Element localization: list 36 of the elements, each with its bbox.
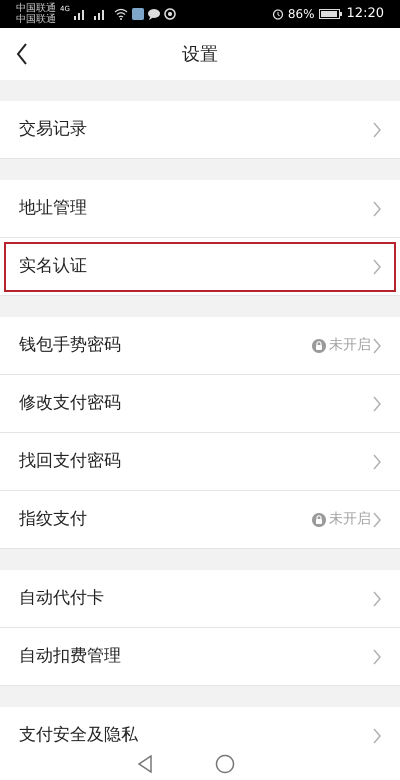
chevron-right-icon	[372, 728, 382, 744]
alarm-icon	[272, 8, 284, 20]
settings-item[interactable]: 指纹支付 未开启	[0, 491, 400, 549]
settings-item[interactable]: 地址管理	[0, 180, 400, 238]
settings-item[interactable]: 修改支付密码	[0, 375, 400, 433]
settings-item[interactable]: 自动扣费管理	[0, 628, 400, 686]
settings-item[interactable]: 找回支付密码	[0, 433, 400, 491]
page-title: 设置	[182, 42, 218, 66]
settings-item[interactable]: 钱包手势密码 未开启	[0, 317, 400, 375]
chevron-right-icon	[372, 258, 382, 274]
settings-item[interactable]: 交易记录	[0, 101, 400, 159]
app-notification-icon	[132, 8, 144, 20]
carrier-label: 中国联通	[16, 14, 56, 25]
clock: 12:20	[346, 5, 384, 24]
lock-icon	[312, 338, 326, 352]
chevron-right-icon	[372, 454, 382, 470]
wifi-icon	[114, 8, 128, 20]
chevron-right-icon	[372, 512, 382, 528]
chevron-right-icon	[372, 396, 382, 412]
home-circle-icon[interactable]	[215, 754, 235, 774]
chevron-right-icon	[372, 122, 382, 138]
settings-item[interactable]: 自动代付卡	[0, 570, 400, 628]
lock-icon	[312, 512, 326, 526]
chevron-right-icon	[372, 590, 382, 606]
chevron-right-icon	[372, 338, 382, 354]
chat-bubble-icon	[148, 8, 160, 20]
battery-percent: 86%	[288, 6, 315, 23]
battery-icon	[318, 9, 343, 19]
back-triangle-icon[interactable]	[137, 755, 153, 773]
chevron-right-icon	[372, 200, 382, 216]
carrier-label: 中国联通	[16, 3, 56, 14]
status-label: 未开启	[329, 336, 371, 355]
status-label: 未开启	[329, 510, 371, 529]
chevron-right-icon	[372, 648, 382, 664]
badge-icon	[164, 8, 176, 20]
settings-item[interactable]: 实名认证	[0, 238, 400, 296]
